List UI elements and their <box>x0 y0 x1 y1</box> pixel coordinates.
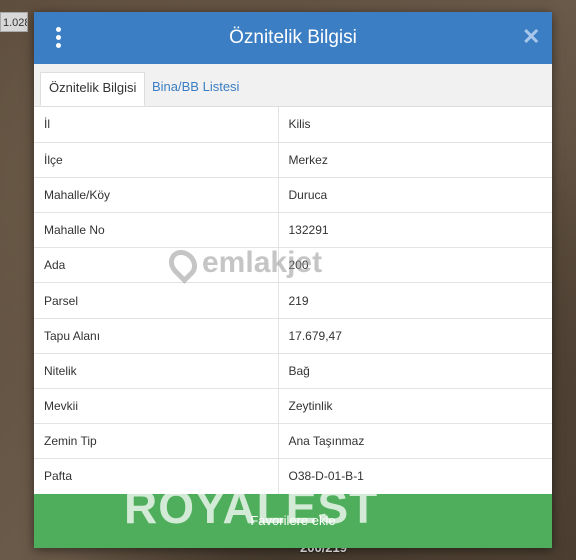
dialog-title: Öznitelik Bilgisi <box>229 27 357 48</box>
tab-bar: Öznitelik Bilgisi Bina/BB Listesi <box>34 64 552 107</box>
table-row: Mahalle/Köy Duruca <box>34 177 552 214</box>
attribute-key: Mevkii <box>34 388 279 425</box>
attribute-key: İl <box>34 107 279 143</box>
attribute-value: Merkez <box>278 142 552 178</box>
attribute-key: Mahalle No <box>34 212 279 249</box>
attribute-key: Mahalle/Köy <box>34 177 279 214</box>
attribute-value: 219 <box>278 282 552 319</box>
attribute-key: Parsel <box>34 282 279 319</box>
table-row: Mahalle No 132291 <box>34 212 552 249</box>
table-row: Parsel 219 <box>34 282 552 319</box>
attribute-value: Bağ <box>278 353 552 390</box>
table-row: Mevkii Zeytinlik <box>34 388 552 425</box>
attribute-table: İl Kilis İlçe Merkez Mahalle/Köy Duruca Mahall… <box>34 107 552 495</box>
close-icon[interactable]: ✕ <box>522 26 540 48</box>
attribute-dialog: Öznitelik Bilgisi ✕ Öznitelik Bilgisi Bi… <box>34 12 552 548</box>
emlakjet-watermark: emlakjet <box>163 244 322 284</box>
royalest-watermark: ROYALEST <box>124 481 379 533</box>
attribute-key: Nitelik <box>34 353 279 390</box>
attribute-value: 17.679,47 <box>278 318 552 354</box>
table-row: İl Kilis <box>34 107 552 143</box>
table-row: Nitelik Bağ <box>34 353 552 390</box>
tab-building-list[interactable]: Bina/BB Listesi <box>144 72 247 106</box>
attribute-value: Duruca <box>278 177 552 214</box>
attribute-key: İlçe <box>34 142 279 178</box>
attribute-key: Tapu Alanı <box>34 318 279 354</box>
attribute-value: Zeytinlik <box>278 388 552 425</box>
dialog-header: Öznitelik Bilgisi ✕ <box>34 12 552 64</box>
attribute-value: Kilis <box>278 107 552 143</box>
table-row: Tapu Alanı 17.679,47 <box>34 318 552 354</box>
map-scale-chip: 1.0289 <box>0 12 28 32</box>
attribute-value: Ana Taşınmaz <box>278 423 552 460</box>
table-row: İlçe Merkez <box>34 142 552 178</box>
location-pin-icon <box>163 244 203 284</box>
attribute-key: Zemin Tip <box>34 423 279 460</box>
table-row: Zemin Tip Ana Taşınmaz <box>34 423 552 460</box>
attribute-value: 132291 <box>278 212 552 249</box>
tab-attribute-info[interactable]: Öznitelik Bilgisi <box>40 72 146 106</box>
